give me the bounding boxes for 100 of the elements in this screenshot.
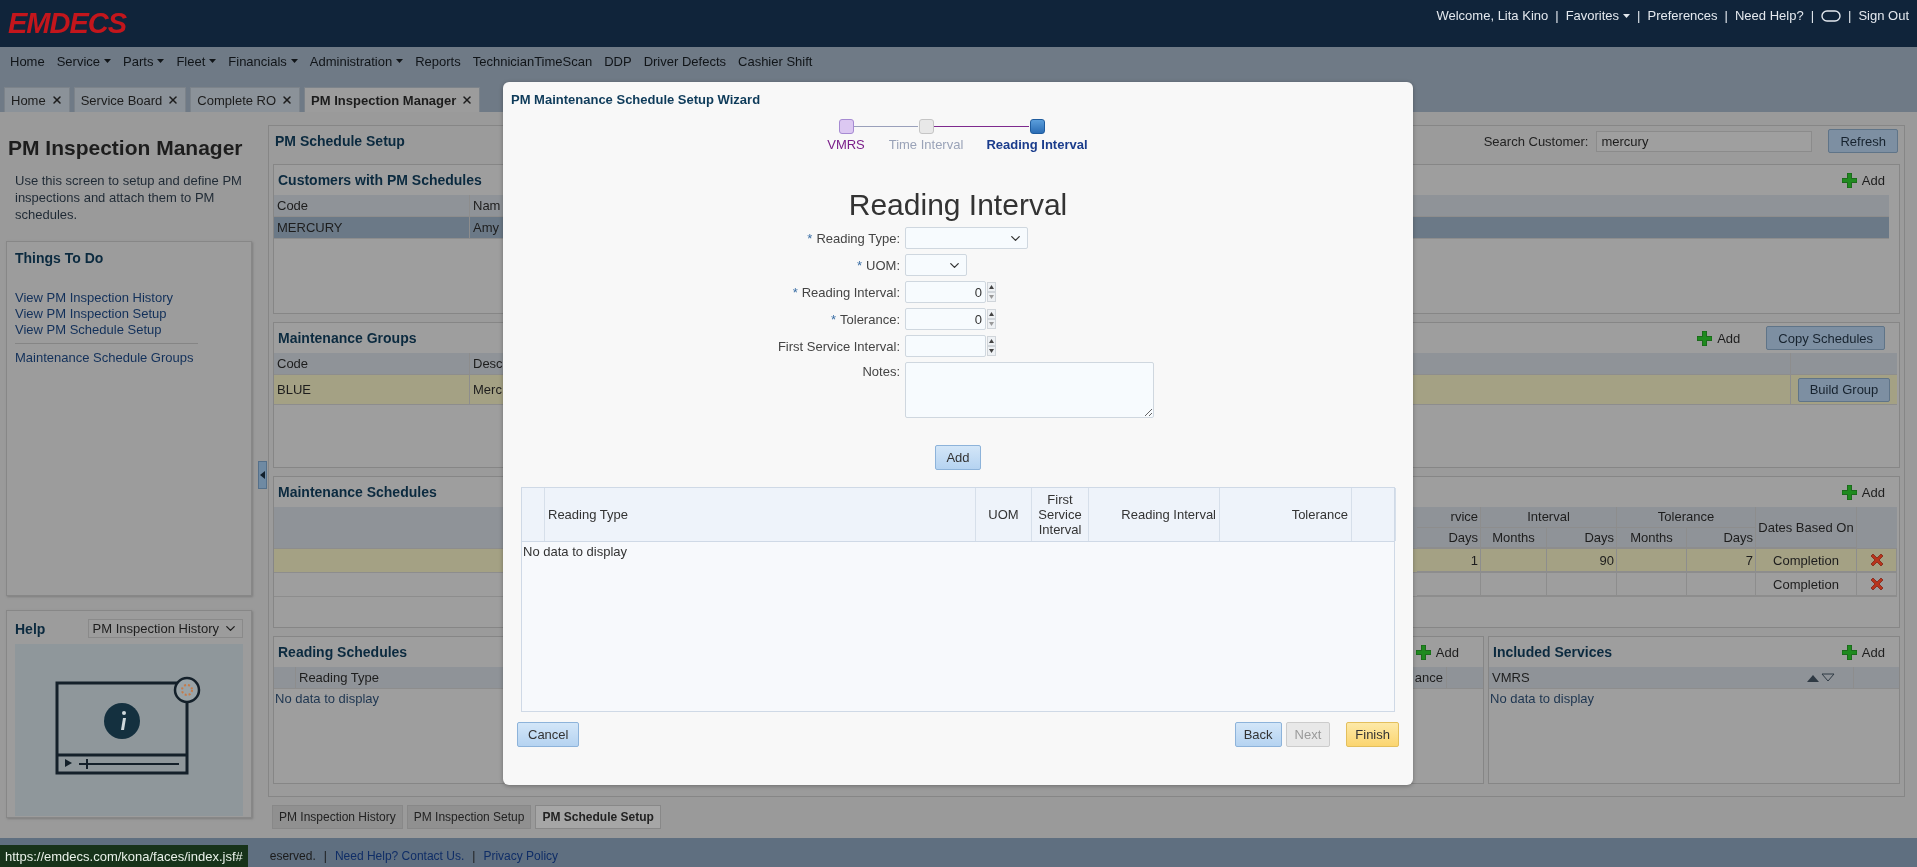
add-button[interactable]: Add — [1697, 330, 1741, 346]
field-label: Reading Type: — [816, 230, 900, 246]
column-header: Interval — [1481, 507, 1617, 528]
table-cell: Amy — [473, 220, 499, 235]
nav-menu-item[interactable]: Administration — [309, 53, 404, 69]
sidebar-link[interactable]: View PM Inspection Setup — [15, 306, 167, 322]
sidebar-link[interactable]: View PM Inspection History — [15, 290, 173, 306]
page-tab[interactable]: Complete RO — [190, 87, 301, 112]
add-button[interactable]: Add — [935, 445, 981, 470]
panel-title: Things To Do — [15, 250, 105, 266]
nav-menu-item[interactable]: Home — [10, 53, 45, 69]
separator: | — [1637, 8, 1641, 23]
footer-link[interactable]: Privacy Policy — [483, 849, 559, 863]
column-header: UOM — [976, 488, 1032, 541]
number-field[interactable] — [905, 335, 986, 357]
column-header: Reading Interval — [1089, 488, 1220, 541]
copy-schedules-button[interactable]: Copy Schedules — [1766, 326, 1885, 350]
field-label: Reading Interval: — [801, 284, 900, 300]
refresh-button[interactable]: Refresh — [1828, 129, 1898, 153]
add-button[interactable]: Add — [1415, 644, 1459, 660]
spinner-icon[interactable] — [987, 282, 996, 302]
nav-menu-item[interactable]: Cashier Shift — [738, 53, 813, 69]
close-icon[interactable] — [50, 94, 63, 106]
add-button[interactable]: Add — [1841, 172, 1885, 188]
table-cell: 90 — [1599, 552, 1614, 568]
collapse-icon — [260, 471, 265, 479]
select-field[interactable] — [905, 227, 1028, 249]
delete-icon[interactable] — [1868, 552, 1885, 568]
nav-menu-item[interactable]: Fleet — [176, 53, 217, 69]
column-header: Days — [1417, 527, 1481, 548]
collapse-handle[interactable] — [258, 461, 267, 489]
dialog-button[interactable]: Back — [1234, 722, 1282, 747]
nav-menu-item[interactable]: DDP — [604, 53, 632, 69]
number-field[interactable]: 0 — [905, 281, 986, 303]
page-title: PM Inspection Manager — [8, 136, 244, 160]
bottom-tab[interactable]: PM Schedule Setup — [535, 805, 661, 829]
page-tab[interactable]: Service Board — [73, 87, 187, 112]
required-mark: * — [857, 257, 863, 273]
page-tab[interactable]: Home — [4, 87, 70, 112]
dialog-button[interactable]: Finish — [1346, 722, 1399, 747]
required-mark: * — [807, 230, 813, 246]
nav-menu-item[interactable]: Parts — [123, 53, 165, 69]
section-title: Customers with PM Schedules — [278, 172, 482, 188]
search-field[interactable]: mercury — [1596, 130, 1813, 152]
favorites-menu[interactable]: Favorites — [1565, 8, 1631, 23]
bottom-tab[interactable]: PM Inspection Setup — [406, 805, 532, 829]
close-icon[interactable] — [461, 94, 474, 106]
table-cell: 1 — [1470, 552, 1478, 568]
close-icon[interactable] — [281, 94, 294, 106]
sort-icon[interactable] — [1806, 672, 1836, 683]
notes-field[interactable] — [905, 362, 1154, 418]
required-mark: * — [792, 284, 798, 300]
footer-link[interactable]: Need Help? Contact Us. — [334, 849, 465, 863]
select-field[interactable] — [905, 254, 967, 276]
step-label: Time Interval — [888, 137, 964, 152]
toggle-icon[interactable] — [1821, 9, 1841, 22]
plus-icon — [1697, 330, 1713, 346]
nav-menu-item[interactable]: Driver Defects — [643, 53, 726, 69]
column-header: rvice — [1417, 507, 1481, 528]
panel-title: PM Schedule Setup — [275, 133, 405, 149]
column-header: Months — [1617, 527, 1687, 548]
nav-menu-item[interactable]: Reports — [415, 53, 461, 69]
add-button[interactable]: Add — [1841, 484, 1885, 500]
step-marker[interactable] — [1029, 119, 1045, 134]
number-field[interactable]: 0 — [905, 308, 986, 330]
plus-icon — [1841, 484, 1857, 500]
nav-menu-item[interactable]: Financials — [228, 53, 298, 69]
column-header: Months — [1481, 527, 1547, 548]
field-label: Notes: — [862, 364, 900, 379]
help-topic-select[interactable]: PM Inspection History — [87, 619, 243, 638]
bottom-tab[interactable]: PM Inspection History — [272, 805, 403, 829]
search-label: Search Customer: — [1483, 133, 1589, 149]
plus-icon — [1841, 172, 1857, 188]
column-header: Code — [274, 353, 470, 374]
nav-menu-item[interactable]: TechnicianTimeScan — [472, 53, 593, 69]
spinner-icon[interactable] — [987, 336, 996, 356]
step-marker[interactable] — [918, 119, 934, 134]
field-label: UOM: — [866, 257, 900, 273]
table-cell: BLUE — [277, 382, 311, 397]
step-marker[interactable] — [838, 119, 854, 134]
header-link[interactable]: Sign Out — [1858, 8, 1909, 23]
add-button[interactable]: Add — [1841, 644, 1885, 660]
separator: | — [1555, 8, 1559, 23]
column-header: Reading Type — [298, 669, 380, 687]
nav-menu-item[interactable]: Service — [56, 53, 112, 69]
column-header: Dates Based On — [1756, 507, 1857, 548]
header-link[interactable]: Preferences — [1647, 8, 1718, 23]
delete-icon[interactable] — [1868, 576, 1885, 592]
header-link[interactable]: Need Help? — [1734, 8, 1804, 23]
dialog-button[interactable]: Cancel — [517, 722, 580, 747]
close-icon[interactable] — [167, 94, 180, 106]
sidebar-link[interactable]: Maintenance Schedule Groups — [15, 350, 194, 366]
sidebar-link[interactable]: View PM Schedule Setup — [15, 322, 162, 338]
column-header: First Service Interval — [1032, 488, 1089, 541]
panel-title: Help — [15, 620, 46, 637]
status-url: https://emdecs.com/kona/faces/index.jsf# — [0, 845, 248, 867]
separator: | — [1848, 8, 1852, 23]
spinner-icon[interactable] — [987, 309, 996, 329]
build-group-button[interactable]: Build Group — [1797, 377, 1891, 402]
page-tab[interactable]: PM Inspection Manager — [304, 87, 481, 112]
